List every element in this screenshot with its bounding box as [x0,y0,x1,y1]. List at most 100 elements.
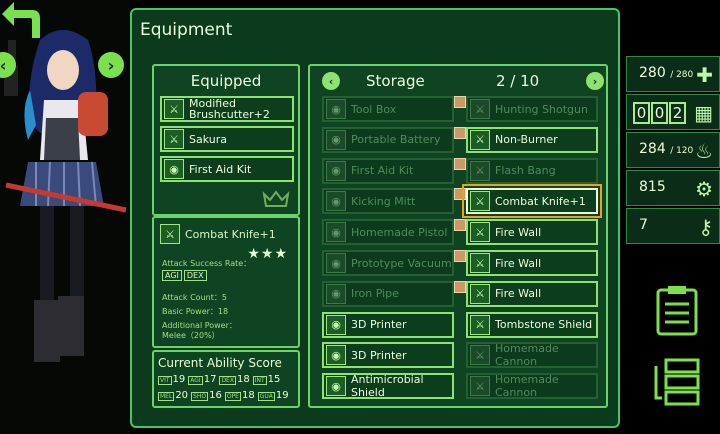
storage-panel: ‹ Storage 2 / 10 › ◉ Tool Box ◉ Portable Ba… [308,64,608,408]
item-detail-name: Combat Knife+1 [185,227,276,241]
eye-icon: ◉ [326,345,346,366]
storage-item[interactable]: ◉ First Aid Kit [322,157,466,184]
eye-icon: ◉ [326,160,346,181]
storage-item-label: Kicking Mitt [351,194,416,208]
storage-item[interactable]: ⚔ Hunting Shotgun [466,96,598,122]
storage-item-label: Tool Box [351,102,397,116]
sword-icon: ⚔ [470,160,490,181]
hp-max: / 280 [670,70,694,80]
storage-next-page-button[interactable]: › [586,72,604,90]
storage-item-label: Homemade Cannon [495,373,559,400]
eye-icon: ◉ [326,376,346,397]
owner-portrait-icon [454,157,466,170]
eye-icon: ◉ [326,191,346,212]
equipped-slot-3[interactable]: ◉ First Aid Kit [160,156,294,182]
sword-icon: ⚔ [470,253,490,273]
parts-value: 815 [639,179,666,195]
sword-icon: ⚔ [470,222,490,243]
page-title: Equipment [140,20,233,40]
storage-item[interactable]: ⚔ Fire Wall [466,280,598,307]
storage-item-label: Homemade Pistol [351,225,448,239]
storage-item[interactable]: ◉ Antimicrobial Shield [322,373,454,400]
storage-page-indicator: 2 / 10 [496,72,540,90]
equipped-title: Equipped [190,72,262,90]
storage-item[interactable]: ◉ Prototype Vacuum [322,250,466,276]
ability-title: Current Ability Score [158,356,282,370]
eye-icon: ◉ [326,99,346,119]
storage-item-label: Fire Wall [495,256,542,270]
storage-prev-page-button[interactable]: ‹ [322,72,340,90]
owner-portrait-icon [454,219,466,232]
owner-portrait-icon [454,96,466,108]
ability-stat: OPE 18 [224,390,255,401]
additional-power-value: Melee（20%） [162,331,220,340]
sword-icon: ⚔ [470,99,490,119]
storage-item[interactable]: ◉ Kicking Mitt [322,188,466,215]
storage-item[interactable]: ⚔ Flash Bang [466,157,598,184]
equipped-slot-2[interactable]: ⚔ Sakura [160,126,294,152]
storage-item[interactable]: ◉ Portable Battery [322,126,466,153]
ability-stat: SHO 16 [191,390,222,401]
storage-item-label: Iron Pipe [351,287,399,301]
calendar-icon: ▦ [694,101,713,125]
storage-item-label: Tombstone Shield [495,318,593,332]
equipped-slot-1[interactable]: ⚔ Modified Brushcutter+2 [160,96,294,122]
sparkle-heart-icon: ✚ [696,63,713,87]
eye-icon: ◉ [326,129,346,150]
unequip-icon[interactable] [262,188,290,208]
eye-icon: ◉ [326,253,346,273]
storage-item[interactable]: ◉ 3D Printer [322,311,454,338]
sword-icon: ⚔ [470,283,490,304]
storage-item-label: Homemade Cannon [495,342,559,369]
eye-icon: ◉ [326,314,346,335]
hp-stat: 280 / 280 ✚ [626,56,720,92]
storage-item-label: First Aid Kit [351,164,414,178]
storage-transfer-icon[interactable] [654,356,700,408]
gears-icon: ⚙ [695,177,713,201]
item-detail-panel: ⚔ Combat Knife+1 ★★★ Attack Success Rate… [152,216,300,348]
storage-item-label: Fire Wall [495,287,542,301]
clipboard-icon[interactable] [654,284,700,336]
hp-value: 280 [639,65,666,81]
storage-item[interactable]: ⚔ Fire Wall [466,219,598,246]
day-digit: 2 [669,102,686,124]
storage-item-label: Flash Bang [495,164,556,178]
stat-tag: AGI [162,270,182,281]
equipment-window: Equipment Equipped ⚔ Modified Brushcutte… [130,8,620,428]
storage-item-label: Portable Battery [351,133,441,147]
storage-item[interactable]: ⚔ Fire Wall [466,250,598,276]
day-counter-stat: 0 0 2 ▦ [626,94,720,130]
storage-item[interactable]: ◉ Tool Box [322,96,466,122]
ability-stat: AGI 17 [188,374,217,385]
storage-item[interactable]: ◉ Homemade Pistol [322,219,466,246]
storage-item[interactable]: ◉ Iron Pipe [322,280,466,307]
storage-item[interactable]: ⚔ Homemade Cannon [466,373,598,400]
stat-tag: DEX [183,270,207,281]
owner-portrait-icon [454,250,466,262]
back-arrow-icon[interactable] [0,0,48,40]
storage-item[interactable]: ⚔ Tombstone Shield [466,311,598,338]
owner-portrait-icon [454,126,466,139]
food-stat: 284 / 120 ♨ [626,132,720,168]
attack-count: Attack Count：5 [162,293,227,302]
storage-item-label: Fire Wall [495,225,542,239]
food-value: 284 [639,141,666,157]
food-max: / 120 [670,146,694,156]
storage-item-label: Combat Knife+1 [495,194,586,208]
equipped-slot-label: First Aid Kit [189,162,252,176]
storage-item[interactable]: ◉ 3D Printer [322,342,454,369]
day-digit: 0 [633,102,650,124]
ability-stat: MEL 20 [158,390,189,401]
storage-item[interactable]: ⚔ Combat Knife+1 [462,184,602,219]
ability-score-panel: Current Ability Score VIT 19 AGI 17 DEX 18 … [152,350,300,408]
eye-icon: ◉ [326,283,346,304]
sword-icon: ⚔ [164,129,184,149]
keys-value: 7 [639,217,648,233]
storage-item[interactable]: ⚔ Homemade Cannon [466,342,598,369]
storage-title: Storage [366,72,425,90]
attack-rate-label: Attack Success Rate： [162,259,252,268]
storage-item[interactable]: ⚔ Non-Burner [466,126,598,153]
ability-row-2: MEL 20 SHO 16 OPE 18 GUA 19 [158,390,289,401]
next-character-button[interactable]: › [98,52,124,78]
ability-stat: INT 15 [252,374,281,385]
